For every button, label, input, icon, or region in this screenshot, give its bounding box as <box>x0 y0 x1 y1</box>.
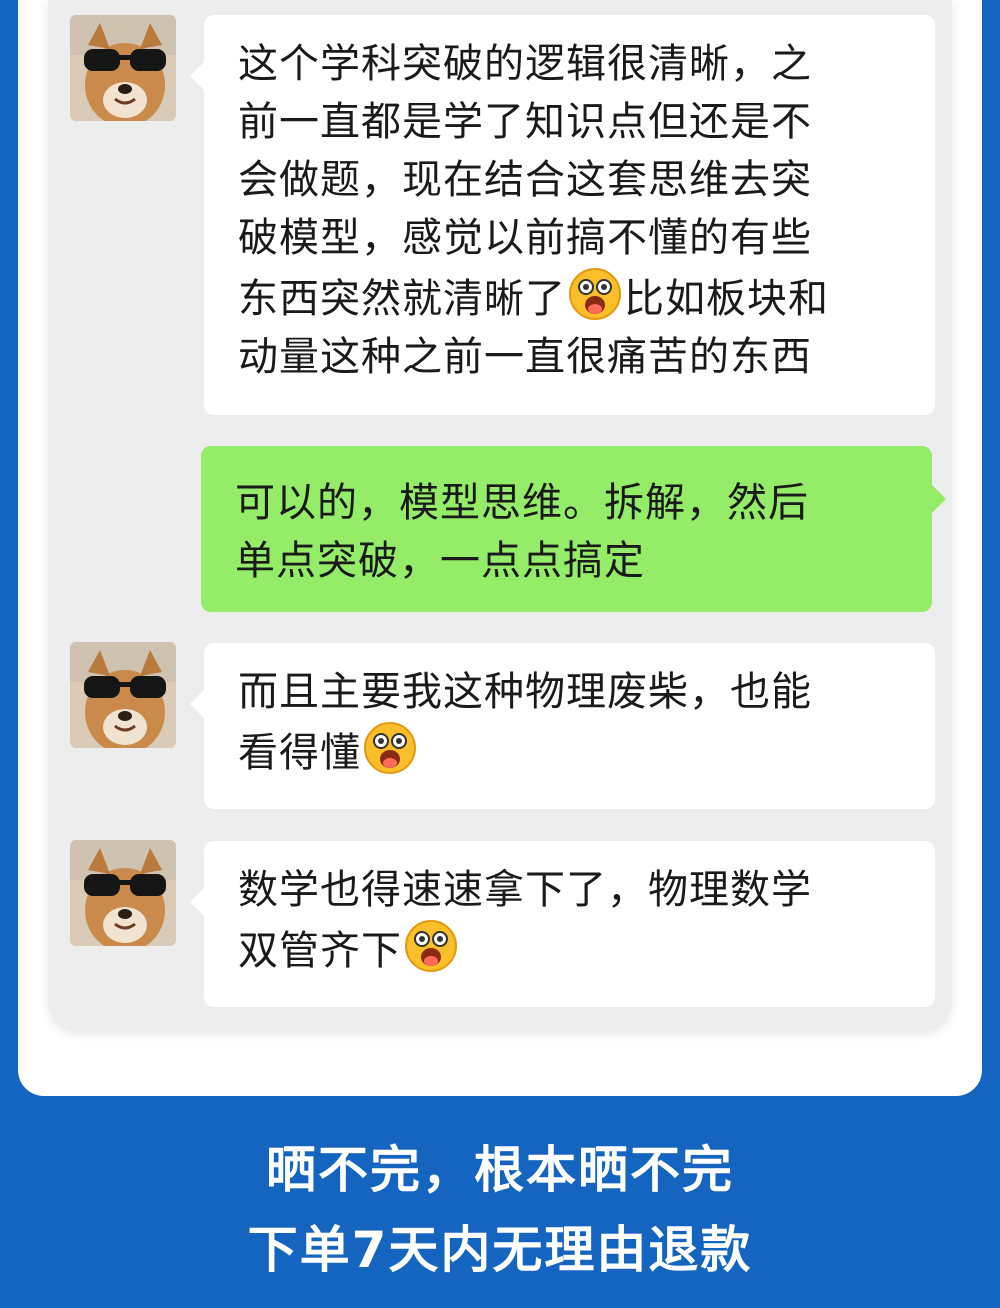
refund-policy-text: 下单7天内无理由退款 <box>247 1221 753 1279</box>
message-text: 双管齐下 <box>238 928 402 974</box>
starstruck-emoji-icon <box>364 722 416 774</box>
message-line: 单点突破，一点点搞定 <box>235 538 645 584</box>
message-bubble-incoming[interactable]: 数学也得速速拿下了，物理数学 双管齐下 <box>190 841 935 1007</box>
message-bubble-incoming[interactable]: 这个学科突破的逻辑很清晰，之 前一直都是学了知识点但还是不 会做题，现在结合这套… <box>190 15 935 415</box>
message-text: 看得懂 <box>238 730 361 776</box>
message-text: 东西突然就清晰了 <box>238 276 566 322</box>
message-line: 前一直都是学了知识点但还是不 <box>238 99 812 145</box>
message-text: 比如板块和 <box>624 276 829 322</box>
message-line: 东西突然就清晰了 比如板块和 <box>238 267 907 328</box>
message-line: 动量这种之前一直很痛苦的东西 <box>238 334 812 380</box>
page: 这个学科突破的逻辑很清晰，之 前一直都是学了知识点但还是不 会做题，现在结合这套… <box>0 0 1000 1308</box>
message-line: 可以的，模型思维。拆解，然后 <box>235 480 809 526</box>
message-bubble-outgoing[interactable]: 可以的，模型思维。拆解，然后 单点突破，一点点搞定 <box>201 446 946 612</box>
starstruck-emoji-icon <box>405 920 457 972</box>
contact-avatar[interactable] <box>70 840 176 946</box>
message-line: 破模型，感觉以前搞不懂的有些 <box>238 215 812 261</box>
contact-avatar[interactable] <box>70 642 176 748</box>
message-line: 双管齐下 <box>238 919 907 980</box>
contact-avatar[interactable] <box>70 15 176 121</box>
starstruck-emoji-icon <box>569 268 621 320</box>
promo-headline: 晒不完，根本晒不完 <box>266 1141 734 1199</box>
message-line: 数学也得速速拿下了，物理数学 <box>238 867 812 913</box>
message-line: 而且主要我这种物理废柴，也能 <box>238 669 812 715</box>
message-line: 会做题，现在结合这套思维去突 <box>238 157 812 203</box>
message-bubble-incoming[interactable]: 而且主要我这种物理废柴，也能 看得懂 <box>190 643 935 809</box>
message-line: 这个学科突破的逻辑很清晰，之 <box>238 41 812 87</box>
message-line: 看得懂 <box>238 721 907 782</box>
